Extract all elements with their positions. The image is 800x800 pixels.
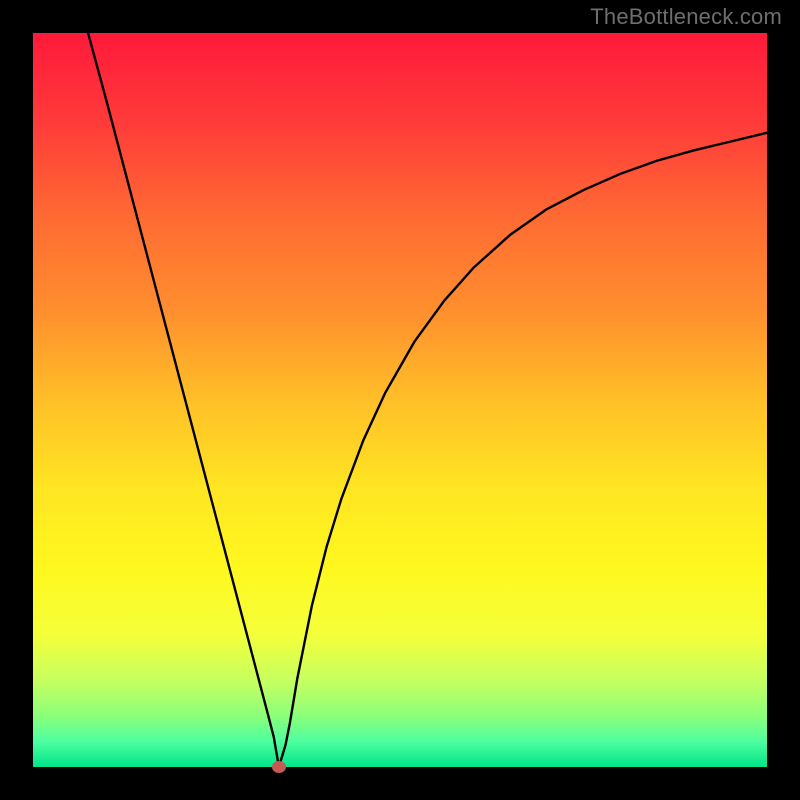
watermark-text: TheBottleneck.com [590, 4, 782, 30]
plot-svg [33, 33, 767, 767]
chart-container: TheBottleneck.com [0, 0, 800, 800]
gradient-background [33, 33, 767, 767]
optimal-point-marker [272, 761, 286, 773]
plot-area [33, 33, 767, 767]
